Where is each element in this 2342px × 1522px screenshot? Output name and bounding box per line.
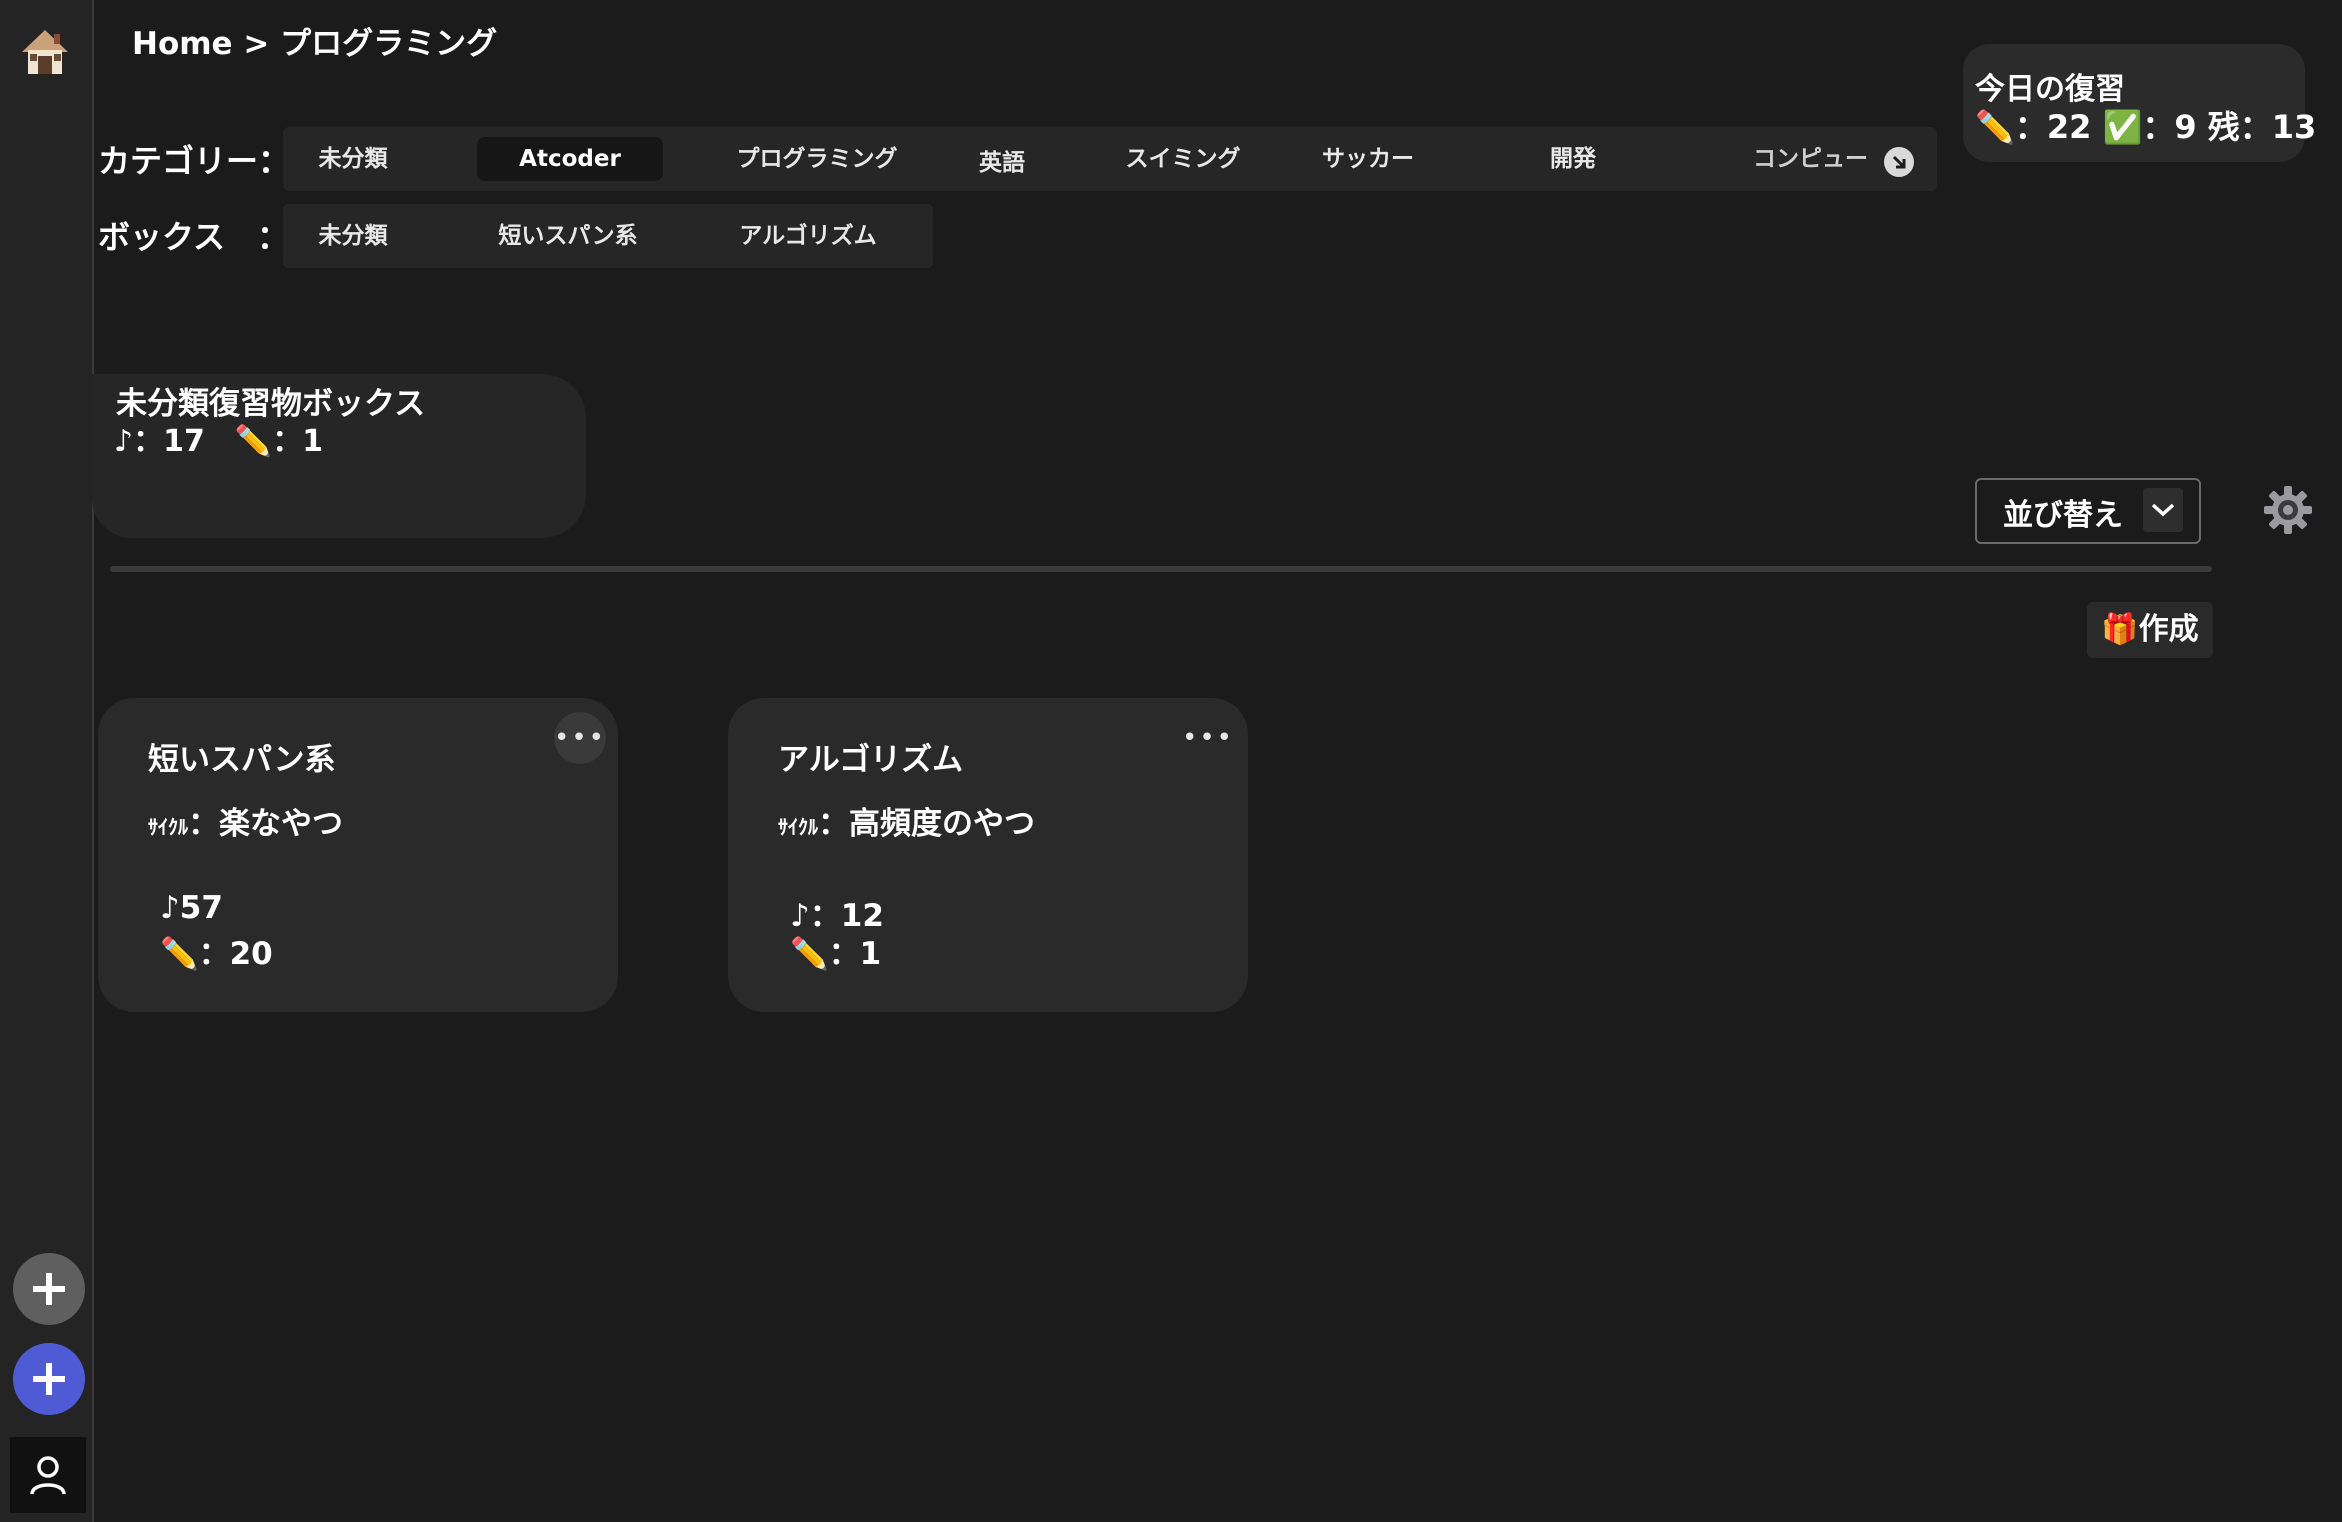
sort-label: 並び替え <box>2003 498 2123 533</box>
cycle-prefix: ｻｲｸﾙ <box>778 815 818 839</box>
chevron-down-icon <box>2143 488 2183 532</box>
category-tabbar: 未分類 Atcoder プログラミング 英語 スイミング サッカー 開発 コンピ… <box>283 127 1937 191</box>
tab-category-programming[interactable]: プログラミング <box>697 137 937 181</box>
cycle-value: ：楽なやつ <box>188 806 343 842</box>
add-button[interactable] <box>13 1253 85 1325</box>
box-tabbar: 未分類 短いスパン系 アルゴリズム <box>283 204 933 268</box>
plus-icon <box>33 1363 65 1395</box>
add-primary-button[interactable] <box>13 1343 85 1415</box>
more-options-button[interactable]: ••• <box>554 712 606 764</box>
tab-category-computer[interactable]: コンピュー <box>1753 137 1893 181</box>
category-label: カテゴリー： <box>98 142 291 180</box>
tab-box-uncategorized[interactable]: 未分類 <box>283 214 423 258</box>
tab-category-uncategorized[interactable]: 未分類 <box>283 137 423 181</box>
tab-category-development[interactable]: 開発 <box>1513 137 1633 181</box>
tab-box-short-span[interactable]: 短いスパン系 <box>463 214 673 258</box>
tab-category-atcoder[interactable]: Atcoder <box>477 137 663 181</box>
gear-icon[interactable] <box>2262 484 2314 536</box>
box-card-pencil: ✏️：20 <box>160 936 273 972</box>
divider <box>110 566 2212 572</box>
ellipsis-icon: ••• <box>554 723 607 753</box>
sidebar <box>0 0 94 1522</box>
tab-box-algorithm[interactable]: アルゴリズム <box>703 214 913 258</box>
box-card-title: 短いスパン系 <box>148 742 336 778</box>
breadcrumb[interactable]: Home > プログラミング <box>132 18 497 63</box>
box-card-title: アルゴリズム <box>778 742 964 778</box>
uncategorized-box-card[interactable]: 未分類復習物ボックス ♪：17 ✏️：1 <box>92 374 586 538</box>
box-label: ボックス ： <box>98 218 290 256</box>
arrow-down-right-icon <box>1892 155 1906 169</box>
uncategorized-box-stats: ♪：17 ✏️：1 <box>114 424 324 459</box>
sort-dropdown[interactable]: 並び替え <box>1975 478 2201 544</box>
today-review-stats: ✏️：22 ✅：9 残：13 <box>1975 108 2317 146</box>
tab-category-swimming[interactable]: スイミング <box>1093 137 1273 181</box>
cycle-prefix: ｻｲｸﾙ <box>148 815 188 839</box>
box-card-pencil: ✏️：1 <box>790 936 882 972</box>
scroll-right-button[interactable] <box>1884 147 1914 177</box>
box-card-short-span[interactable]: 短いスパン系 ｻｲｸﾙ：楽なやつ ♪57 ✏️：20 ••• <box>98 698 618 1012</box>
house-logo-icon[interactable] <box>18 24 72 78</box>
user-icon <box>30 1456 66 1495</box>
user-button[interactable] <box>10 1437 86 1513</box>
more-options-button[interactable]: ••• <box>1182 712 1234 764</box>
today-review-panel: 今日の復習 ✏️：22 ✅：9 残：13 <box>1963 44 2316 162</box>
box-card-cycle: ｻｲｸﾙ：高頻度のやつ <box>778 798 1035 843</box>
create-button[interactable]: 🎁作成 <box>2087 602 2213 658</box>
tab-category-english[interactable]: 英語 <box>947 141 1057 185</box>
ellipsis-icon: ••• <box>1182 723 1235 753</box>
plus-icon <box>33 1273 65 1305</box>
cycle-value: ：高頻度のやつ <box>818 806 1035 842</box>
box-card-cycle: ｻｲｸﾙ：楽なやつ <box>148 798 343 843</box>
box-card-algorithm[interactable]: アルゴリズム ｻｲｸﾙ：高頻度のやつ ♪：12 ✏️：1 ••• <box>728 698 1248 1012</box>
box-card-notes: ♪57 <box>160 890 223 926</box>
tab-category-soccer[interactable]: サッカー <box>1293 137 1443 181</box>
